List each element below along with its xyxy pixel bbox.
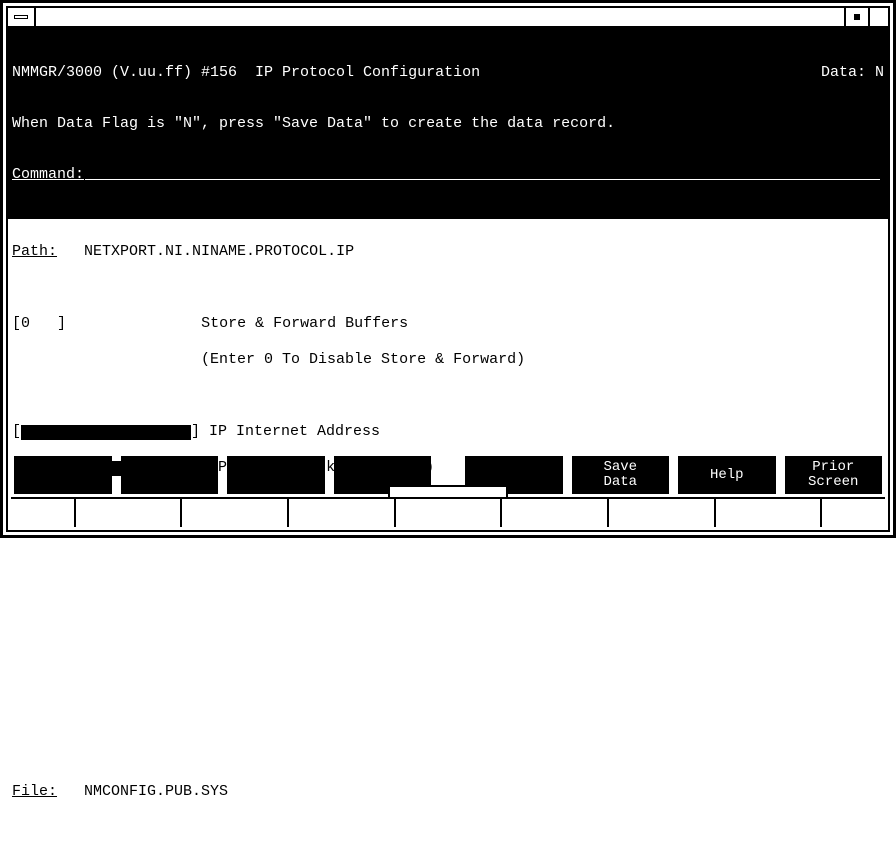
system-menu-icon[interactable]: [8, 8, 36, 26]
maximize-icon[interactable]: [868, 8, 888, 26]
status-cell-2: [76, 499, 183, 527]
f8-prior-screen-button[interactable]: Prior Screen: [785, 456, 883, 494]
status-cell-7: [609, 499, 716, 527]
header-hint: When Data Flag is "N", press "Save Data"…: [12, 115, 884, 132]
status-cell-3: [182, 499, 289, 527]
command-label: Command:: [12, 166, 84, 183]
f3-button[interactable]: [227, 456, 325, 494]
status-cell-5: [396, 499, 503, 527]
f6-save-data-button[interactable]: Save Data: [572, 456, 670, 494]
data-flag: Data: N: [821, 64, 884, 81]
status-cell-1: [11, 499, 76, 527]
status-center-box: [388, 485, 508, 497]
header-band: NMMGR/3000 (V.uu.ff) #156 IP Protocol Co…: [8, 28, 888, 219]
command-input[interactable]: [85, 166, 880, 180]
status-row: [11, 497, 885, 527]
minimize-icon[interactable]: [844, 8, 868, 26]
status-cell-9: [822, 499, 885, 527]
file-label: File:: [12, 783, 57, 800]
buffers-input[interactable]: 0: [21, 315, 57, 332]
buffers-label: Store & Forward Buffers: [201, 315, 408, 332]
window-frame: NMMGR/3000 (V.uu.ff) #156 IP Protocol Co…: [0, 0, 896, 538]
status-cell-4: [289, 499, 396, 527]
path-label: Path:: [12, 243, 57, 260]
buffers-hint: (Enter 0 To Disable Store & Forward): [201, 351, 525, 368]
content-area: Path: NETXPORT.NI.NINAME.PROTOCOL.IP [0 …: [8, 219, 888, 843]
f2-button[interactable]: [121, 456, 219, 494]
file-value: NMCONFIG.PUB.SYS: [84, 783, 228, 800]
titlebar: [8, 8, 888, 28]
status-cell-6: [502, 499, 609, 527]
path-value: NETXPORT.NI.NINAME.PROTOCOL.IP: [84, 243, 354, 260]
ip-address-input[interactable]: [21, 425, 191, 440]
f1-button[interactable]: [14, 456, 112, 494]
status-cell-8: [716, 499, 823, 527]
f7-help-button[interactable]: Help: [678, 456, 776, 494]
ip-address-label: IP Internet Address: [209, 423, 380, 440]
screen-title: NMMGR/3000 (V.uu.ff) #156 IP Protocol Co…: [12, 64, 480, 81]
